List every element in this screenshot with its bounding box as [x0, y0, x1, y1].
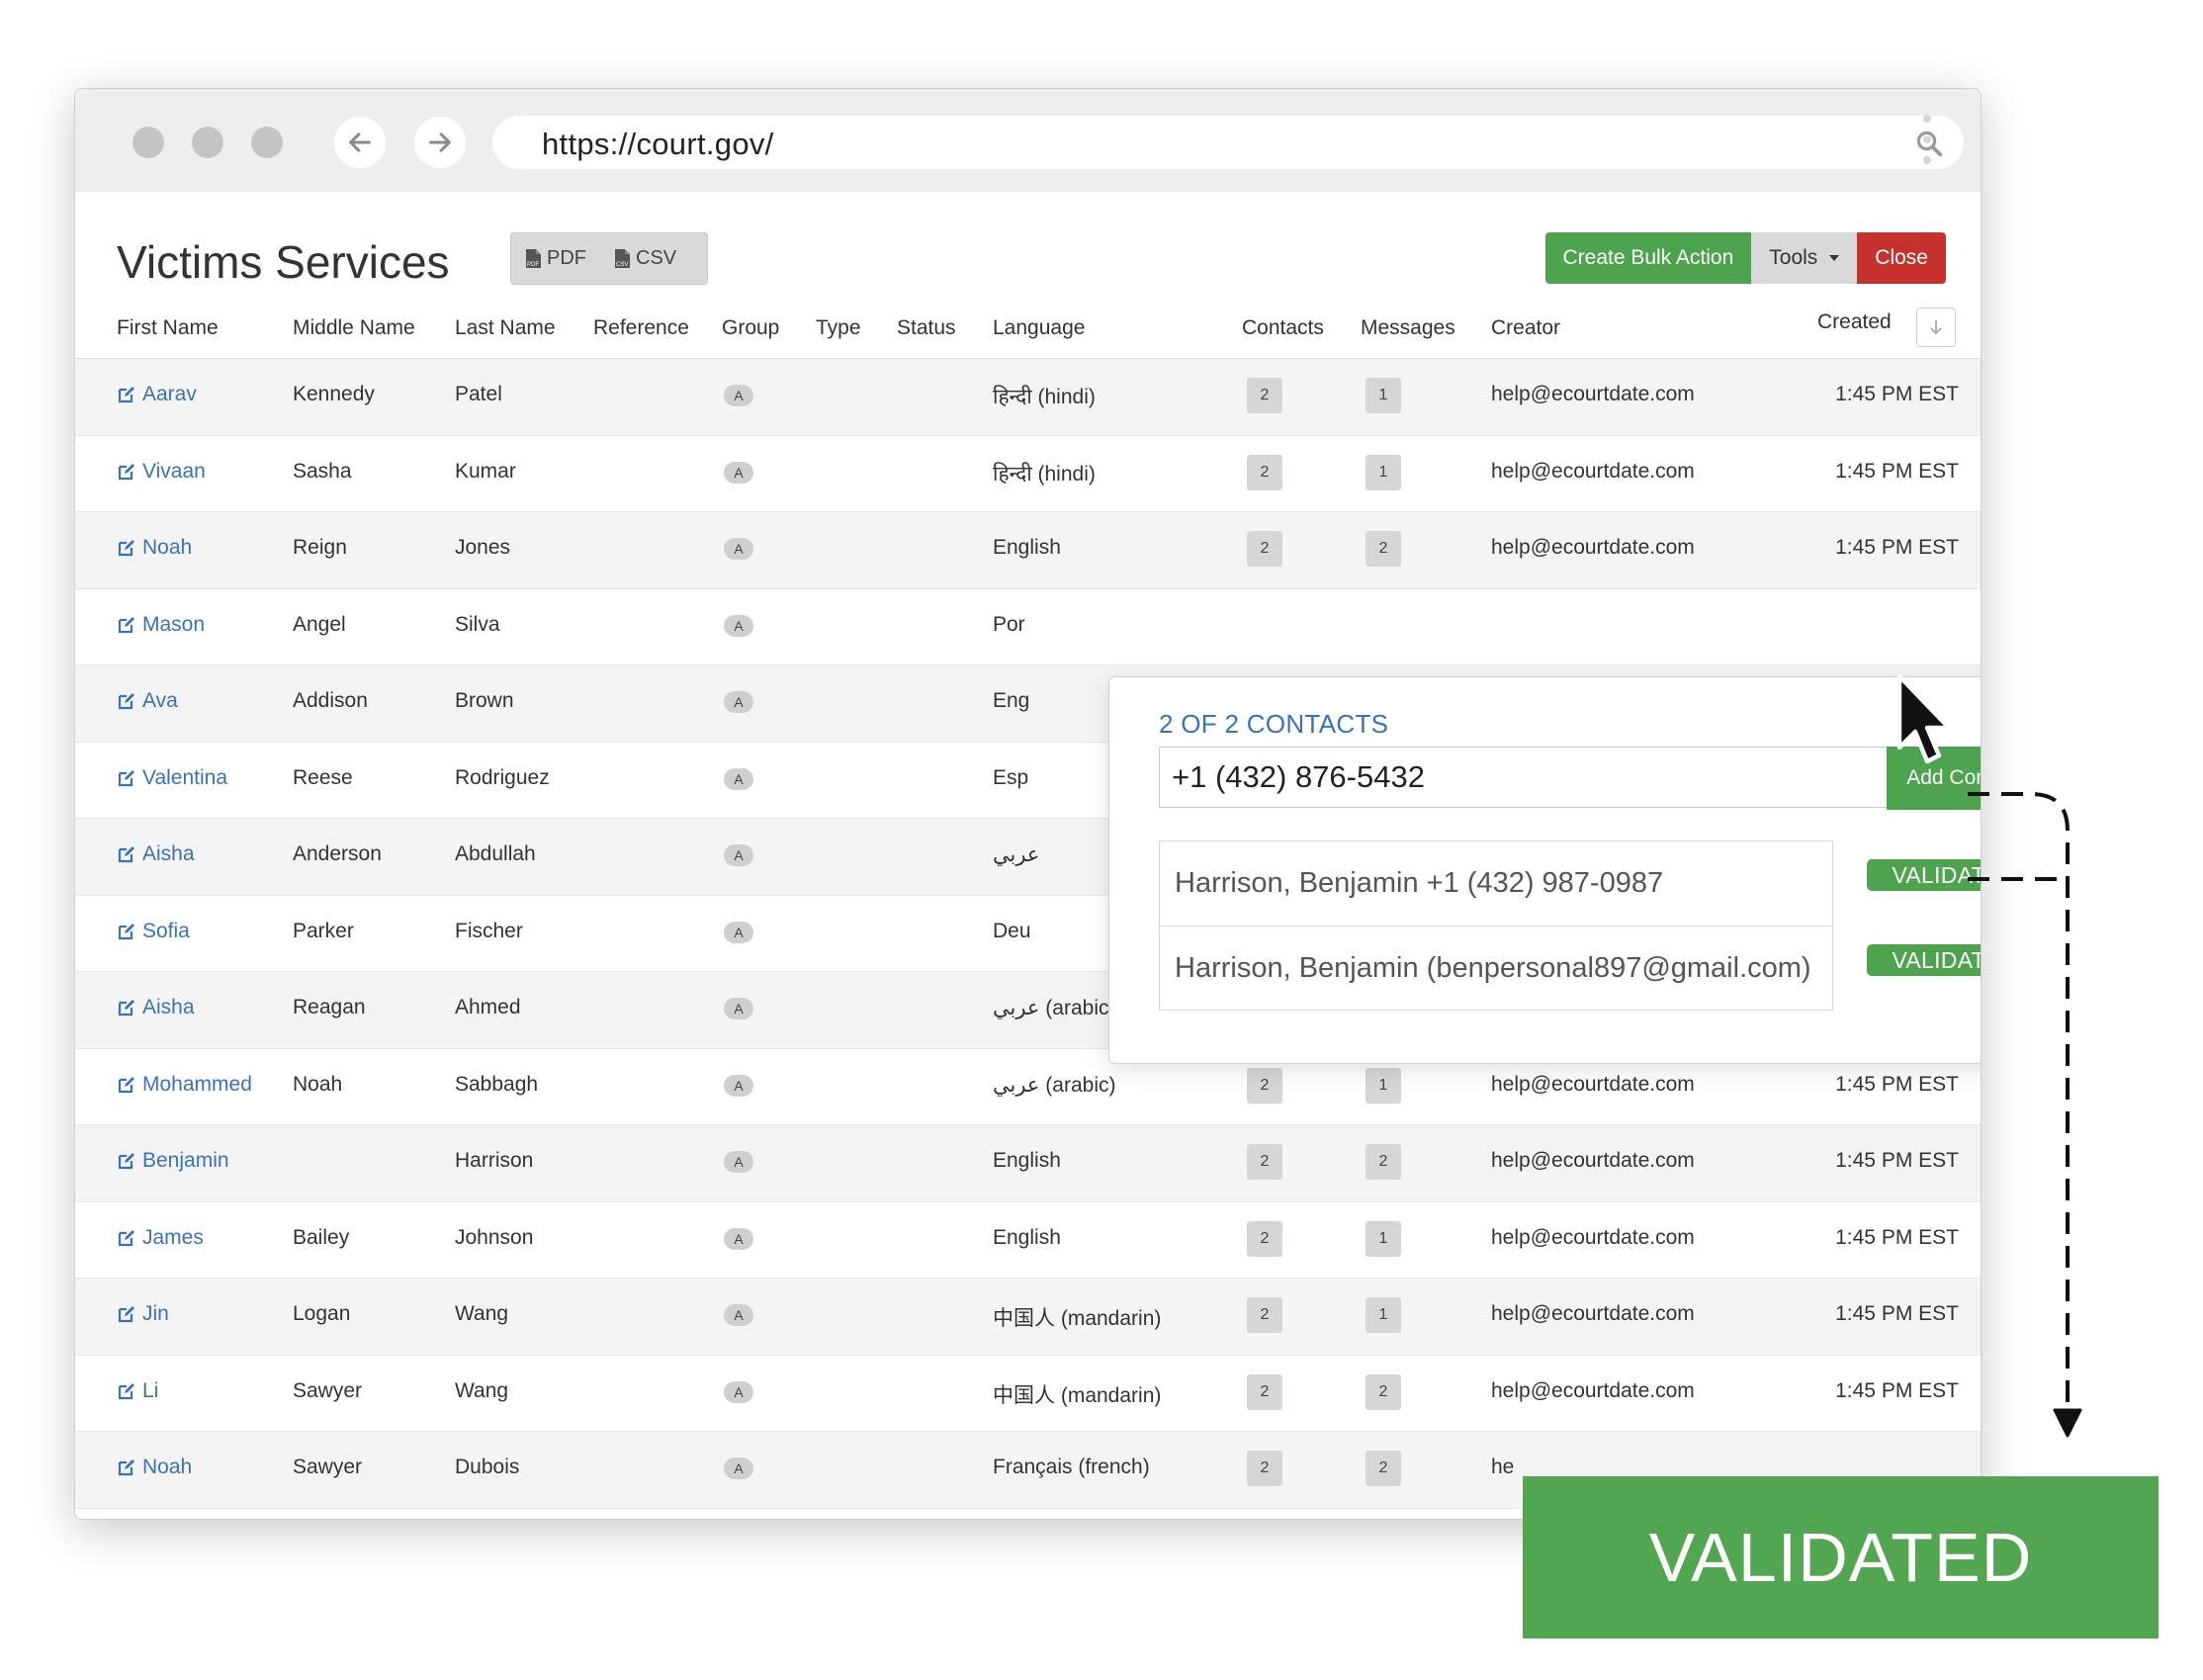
validation-connector: [1968, 792, 2082, 1438]
validated-callout: VALIDATED: [1523, 1476, 2159, 1638]
